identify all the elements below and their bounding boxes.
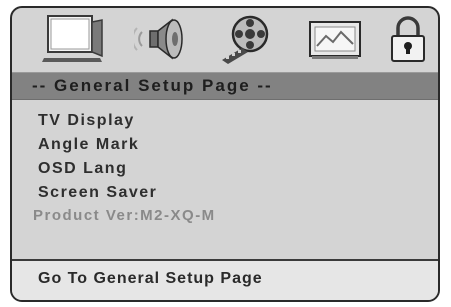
status-text: Go To General Setup Page — [38, 270, 263, 287]
page-title: -- General Setup Page -- — [32, 76, 273, 95]
tv-icon[interactable] — [42, 14, 106, 64]
film-reel-icon[interactable] — [220, 14, 278, 66]
menu-item-osd-lang[interactable]: OSD Lang — [38, 157, 157, 181]
lock-icon[interactable] — [388, 14, 428, 64]
setup-tab-bar — [12, 8, 438, 70]
menu-item-angle-mark[interactable]: Angle Mark — [38, 133, 157, 157]
menu-item-screen-saver[interactable]: Screen Saver — [38, 181, 157, 205]
product-version: Product Ver:M2-XQ-M — [33, 207, 216, 224]
menu-item-tv-display[interactable]: TV Display — [38, 109, 157, 133]
speaker-icon[interactable] — [134, 16, 186, 62]
osd-setup-window: -- General Setup Page -- TV Display Angl… — [10, 6, 440, 302]
setup-menu: TV Display Angle Mark OSD Lang Screen Sa… — [38, 109, 157, 205]
page-title-bar: -- General Setup Page -- — [12, 72, 438, 100]
picture-icon[interactable] — [308, 20, 362, 60]
status-bar: Go To General Setup Page — [12, 261, 438, 300]
